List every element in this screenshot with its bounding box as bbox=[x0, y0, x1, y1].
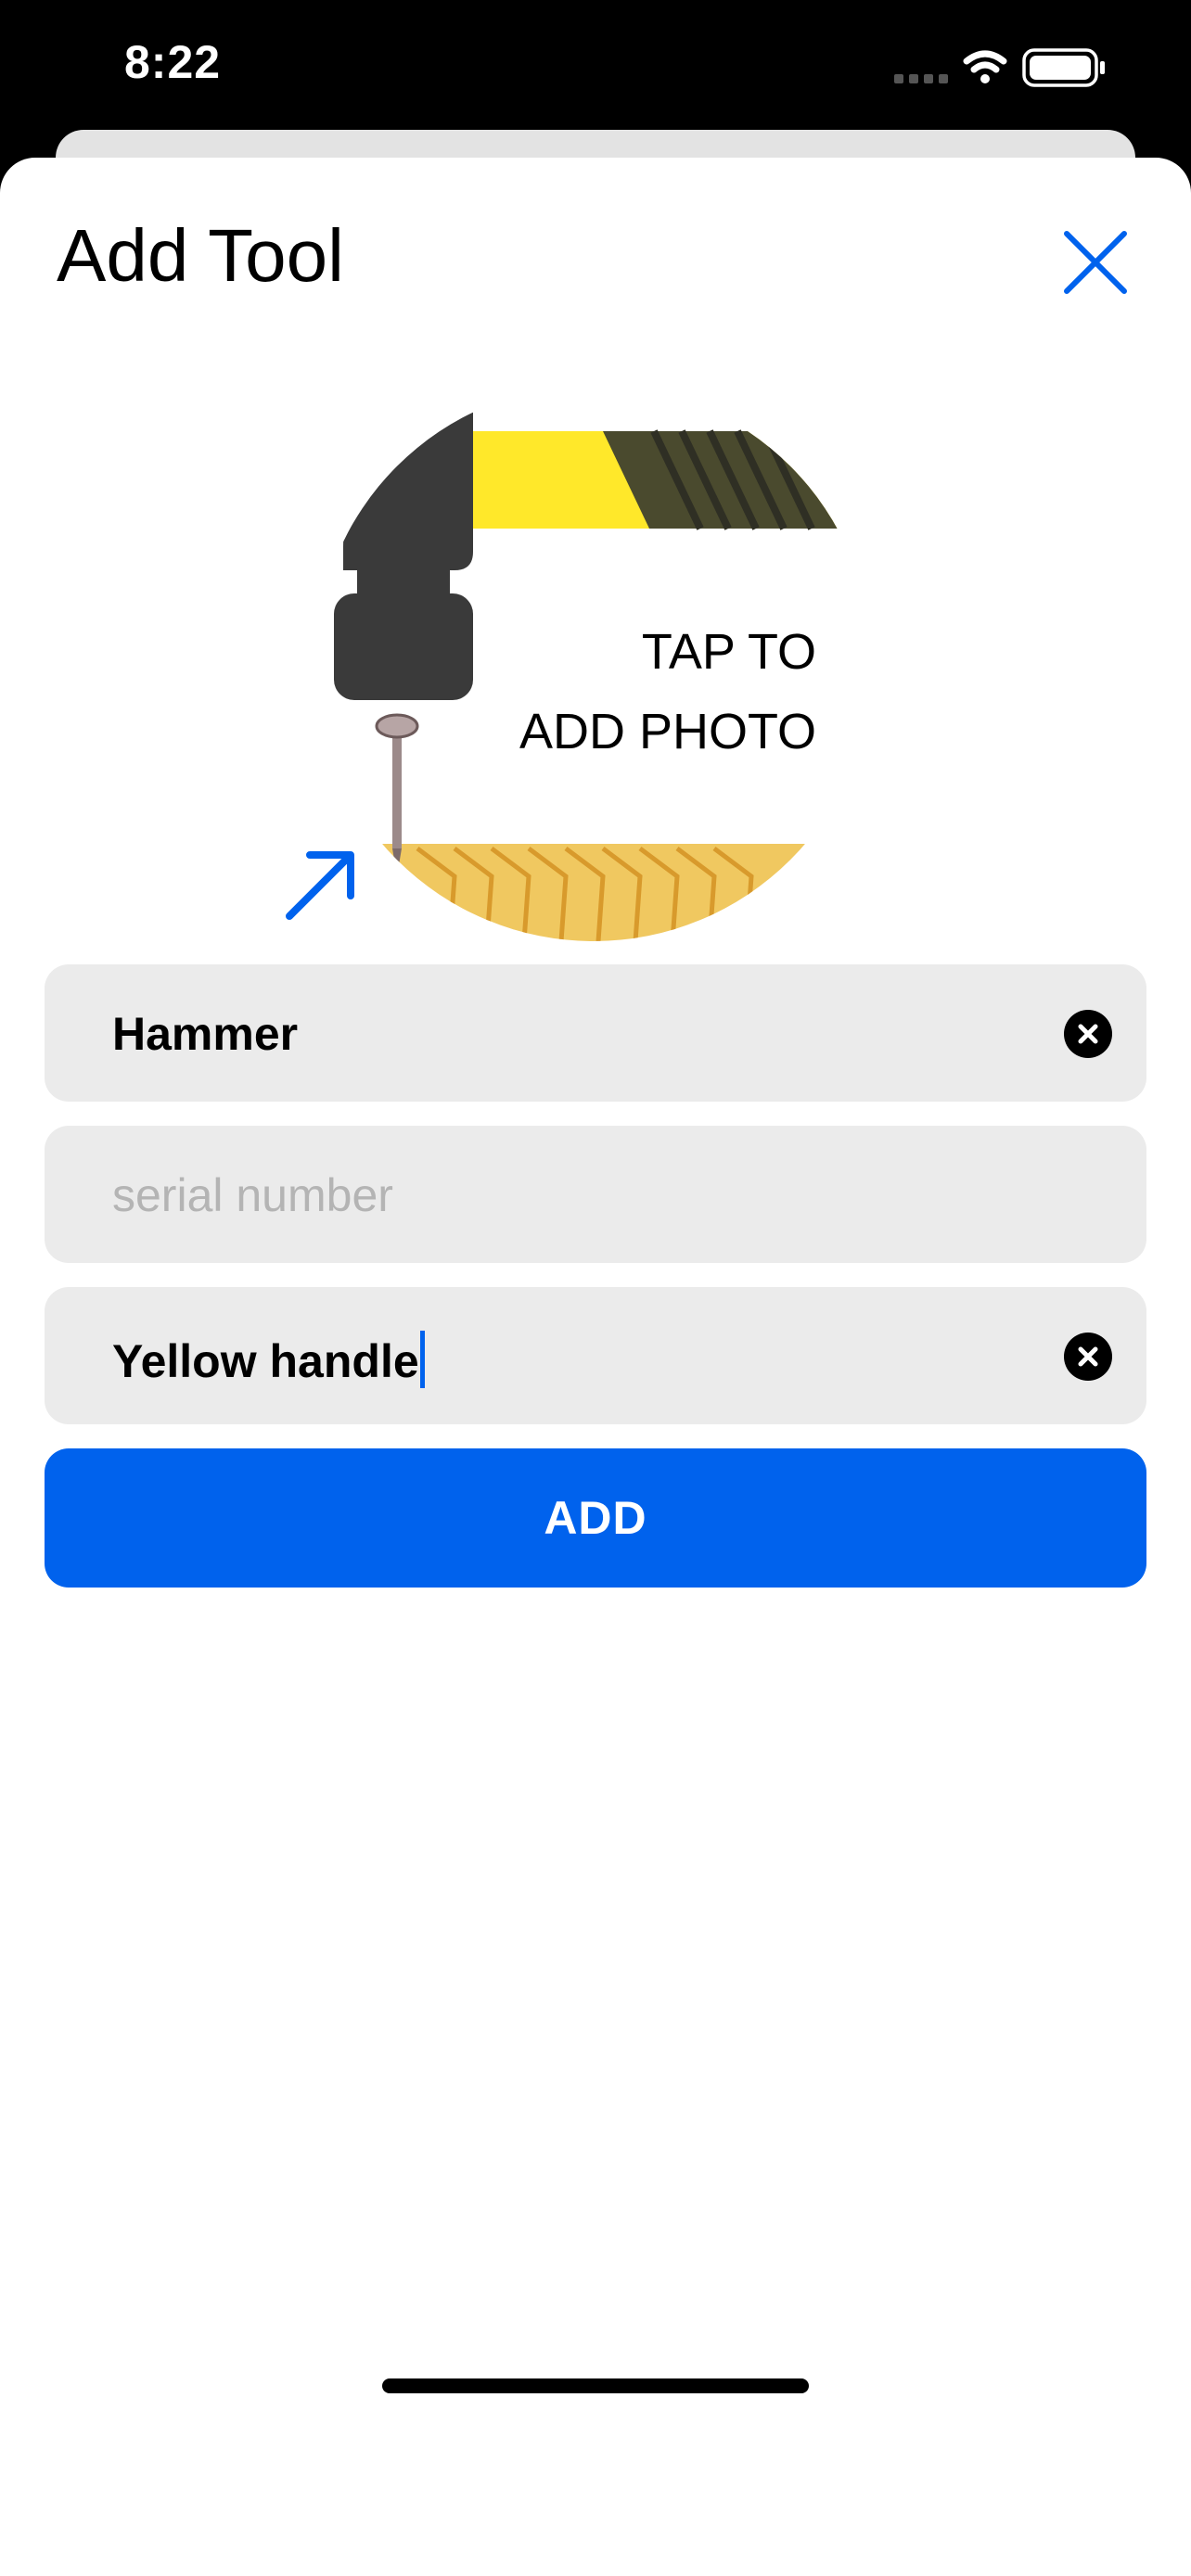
clear-name-button[interactable] bbox=[1064, 1010, 1112, 1058]
tool-name-value: Hammer bbox=[112, 1008, 299, 1060]
clear-description-button[interactable] bbox=[1064, 1333, 1112, 1381]
battery-icon bbox=[1022, 48, 1105, 87]
add-photo-button[interactable]: TAP TO ADD PHOTO bbox=[315, 385, 872, 941]
close-icon bbox=[1064, 231, 1127, 294]
status-time: 8:22 bbox=[124, 36, 222, 88]
description-field[interactable]: Yellow handle bbox=[45, 1287, 1146, 1424]
add-tool-sheet: Add Tool TAP TO ADD PHOTO Hammer serial … bbox=[0, 158, 1191, 2576]
add-button[interactable]: ADD bbox=[45, 1448, 1146, 1588]
tool-name-field[interactable]: Hammer bbox=[45, 964, 1146, 1102]
clear-icon bbox=[1078, 1024, 1098, 1044]
add-photo-label-line-2: ADD PHOTO bbox=[519, 704, 816, 759]
description-value-wrapper: Yellow handle bbox=[112, 1331, 425, 1388]
add-photo-label: TAP TO ADD PHOTO bbox=[519, 612, 816, 772]
screen: 8:22 Add Tool TAP TO ADD PHOTO Hammer se… bbox=[0, 0, 1191, 2576]
close-button[interactable] bbox=[1056, 223, 1135, 302]
cellular-signal-icon bbox=[894, 74, 948, 83]
text-caret bbox=[419, 1331, 425, 1388]
serial-number-placeholder: serial number bbox=[112, 1169, 393, 1221]
clear-icon bbox=[1078, 1346, 1098, 1367]
wifi-icon bbox=[963, 50, 1007, 83]
status-icons bbox=[894, 45, 1117, 91]
home-indicator bbox=[382, 2378, 809, 2393]
arrow-up-right-icon bbox=[278, 844, 362, 927]
status-bar: 8:22 bbox=[0, 0, 1191, 130]
serial-number-field[interactable]: serial number bbox=[45, 1126, 1146, 1263]
description-value: Yellow handle bbox=[112, 1335, 419, 1387]
add-photo-label-line-1: TAP TO bbox=[641, 624, 816, 680]
sheet-title: Add Tool bbox=[57, 214, 344, 297]
